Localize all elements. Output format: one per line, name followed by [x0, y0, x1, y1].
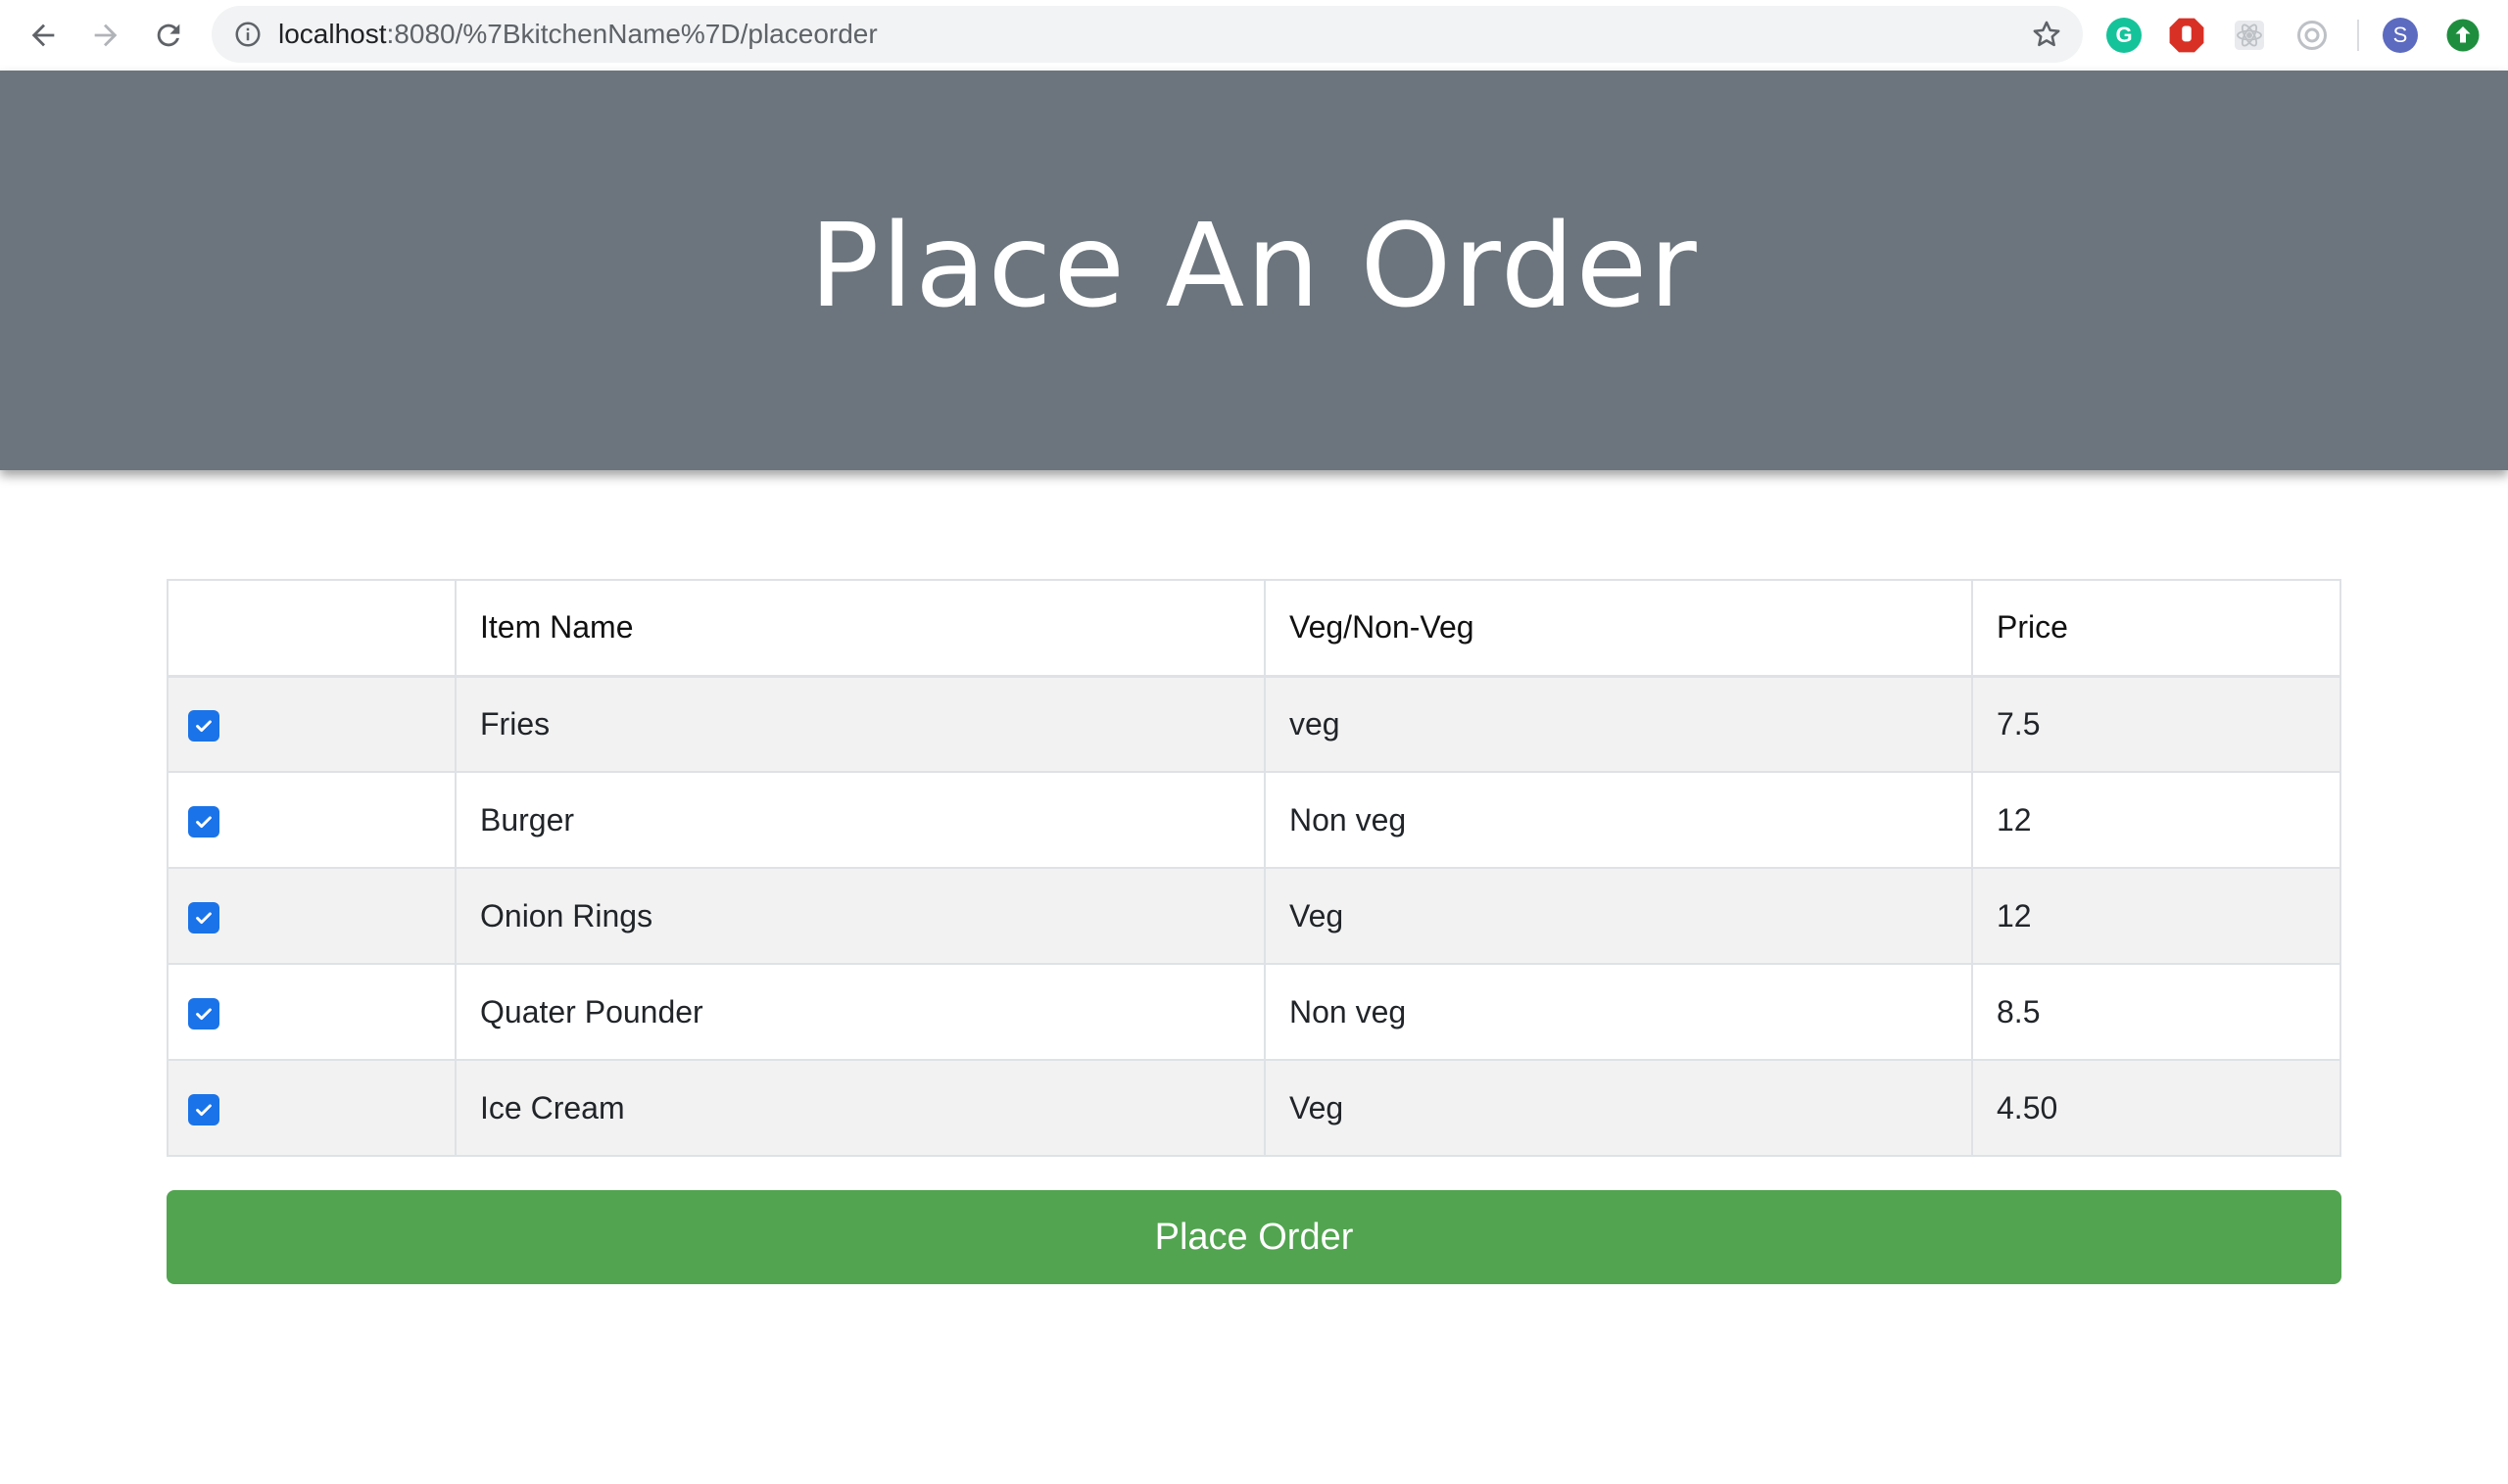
- item-type: Non veg: [1264, 771, 1973, 869]
- table-row: Quater Pounder Non veg 8.5: [167, 963, 2341, 1061]
- react-devtools-extension[interactable]: [2228, 14, 2271, 57]
- item-price: 4.50: [1971, 1059, 2341, 1157]
- extension-icon-button[interactable]: [2291, 14, 2334, 57]
- place-order-button[interactable]: Place Order: [167, 1190, 2341, 1284]
- avatar: S: [2383, 18, 2418, 53]
- item-price: 12: [1971, 867, 2341, 965]
- checkmark-icon: [196, 1008, 212, 1021]
- select-cell: [167, 963, 457, 1061]
- item-type: Veg: [1264, 867, 1973, 965]
- header-price: Price: [1971, 579, 2341, 678]
- reload-button[interactable]: [145, 12, 192, 59]
- forward-button[interactable]: [82, 12, 129, 59]
- select-cell: [167, 675, 457, 773]
- item-type: veg: [1264, 675, 1973, 773]
- adblock-extension[interactable]: [2165, 14, 2208, 57]
- star-icon[interactable]: [2030, 18, 2063, 51]
- table-row: Onion Rings Veg 12: [167, 867, 2341, 965]
- reload-icon: [157, 24, 180, 47]
- select-cell: [167, 1059, 457, 1157]
- checkmark-icon: [196, 720, 212, 733]
- arrow-left-icon: [31, 24, 55, 47]
- grammarly-icon: G: [2106, 18, 2142, 53]
- select-cell: [167, 771, 457, 869]
- item-checkbox[interactable]: [188, 902, 219, 934]
- upload-arrow-icon: [2446, 19, 2480, 52]
- item-checkbox[interactable]: [188, 710, 219, 742]
- info-icon[interactable]: [233, 20, 263, 49]
- checkmark-icon: [196, 816, 212, 829]
- header-select: [167, 579, 457, 678]
- checkmark-icon: [196, 1104, 212, 1117]
- item-type: Veg: [1264, 1059, 1973, 1157]
- table-header-row: Item Name Veg/Non-Veg Price: [167, 579, 2341, 678]
- item-type: Non veg: [1264, 963, 1973, 1061]
- header-item-name: Item Name: [455, 579, 1266, 678]
- url-host: localhost: [278, 19, 387, 49]
- item-checkbox[interactable]: [188, 998, 219, 1030]
- item-price: 7.5: [1971, 675, 2341, 773]
- address-bar[interactable]: localhost:8080/%7BkitchenName%7D/placeor…: [212, 6, 2083, 63]
- browser-toolbar: localhost:8080/%7BkitchenName%7D/placeor…: [0, 0, 2508, 71]
- item-name: Ice Cream: [455, 1059, 1266, 1157]
- update-extension[interactable]: [2441, 14, 2484, 57]
- table-row: Fries veg 7.5: [167, 675, 2341, 773]
- page-title: Place An Order: [809, 198, 1699, 333]
- page-header: Place An Order: [0, 71, 2508, 470]
- table-row: Ice Cream Veg 4.50: [167, 1059, 2341, 1157]
- stop-hand-icon: [2169, 18, 2204, 53]
- item-checkbox[interactable]: [188, 806, 219, 838]
- menu-table: Item Name Veg/Non-Veg Price Fries veg 7.…: [167, 579, 2341, 1157]
- react-icon: [2235, 21, 2264, 50]
- back-button[interactable]: [20, 12, 67, 59]
- grammarly-extension[interactable]: G: [2102, 14, 2146, 57]
- item-name: Fries: [455, 675, 1266, 773]
- item-name: Quater Pounder: [455, 963, 1266, 1061]
- item-name: Onion Rings: [455, 867, 1266, 965]
- url-text: localhost:8080/%7BkitchenName%7D/placeor…: [278, 6, 878, 63]
- select-cell: [167, 867, 457, 965]
- item-price: 12: [1971, 771, 2341, 869]
- item-checkbox[interactable]: [188, 1094, 219, 1126]
- checkmark-icon: [196, 912, 212, 925]
- arrow-right-icon: [94, 24, 118, 47]
- table-row: Burger Non veg 12: [167, 771, 2341, 869]
- item-price: 8.5: [1971, 963, 2341, 1061]
- item-name: Burger: [455, 771, 1266, 869]
- url-path: :8080/%7BkitchenName%7D/placeorder: [386, 19, 878, 49]
- target-icon: [2297, 21, 2327, 50]
- toolbar-divider: [2357, 20, 2359, 51]
- profile-button[interactable]: S: [2379, 14, 2422, 57]
- header-veg-non-veg: Veg/Non-Veg: [1264, 579, 1973, 678]
